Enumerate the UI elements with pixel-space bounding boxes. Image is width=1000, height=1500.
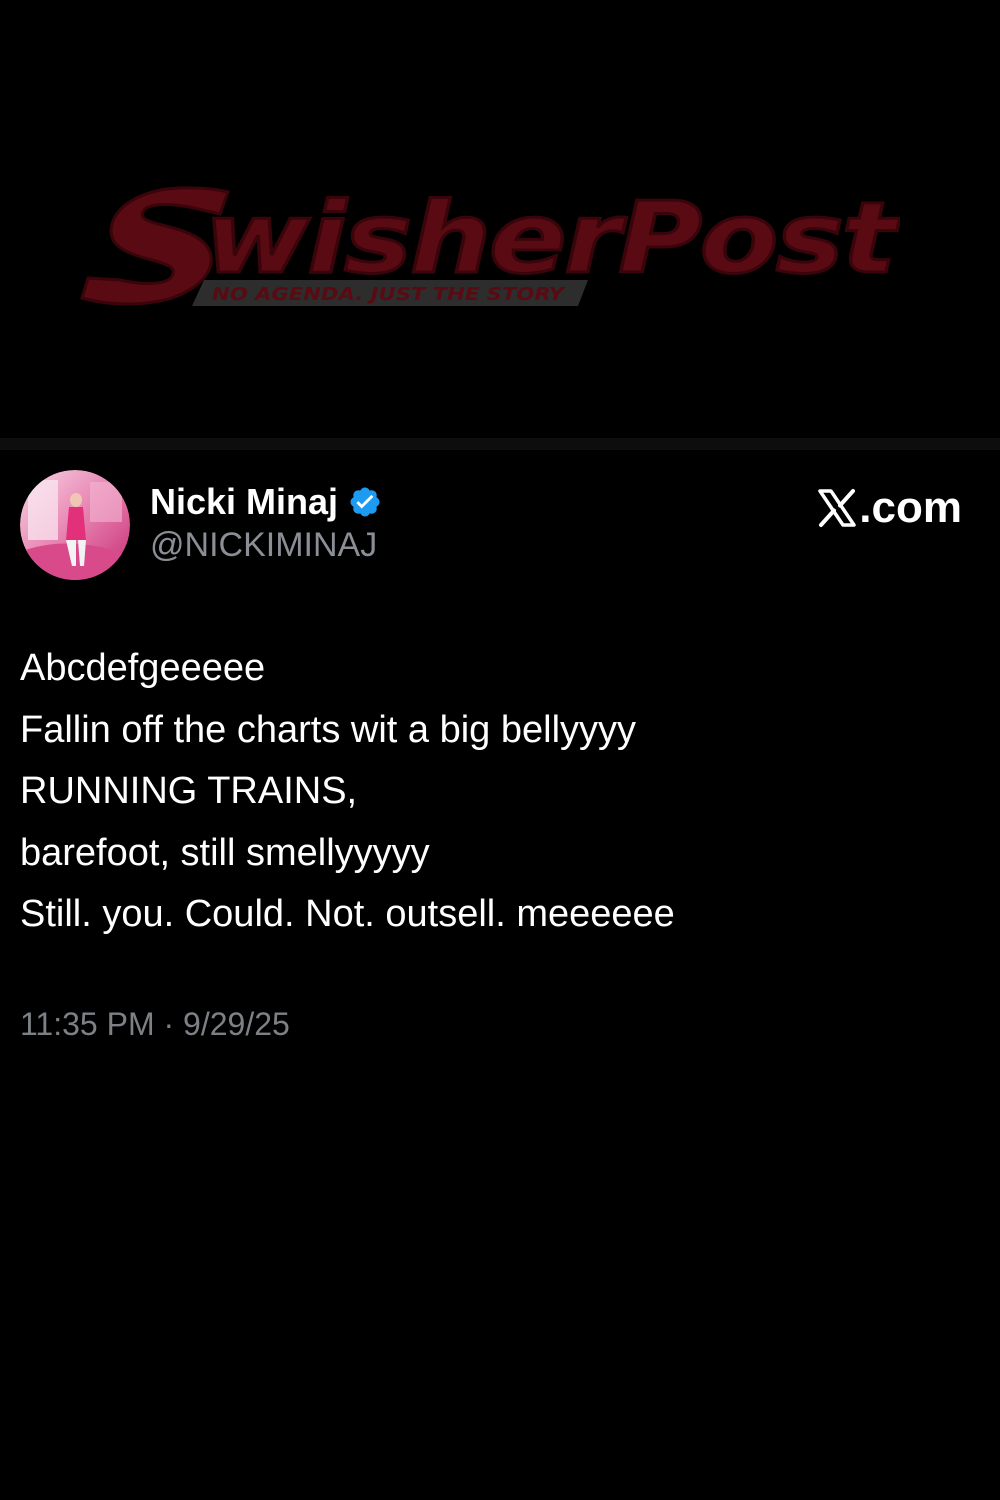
x-logo-icon — [817, 488, 857, 528]
swisherpost-logo: wisherPost NO AGENDA. JUST THE STORY — [80, 180, 900, 310]
watermark-tagline: NO AGENDA. JUST THE STORY — [212, 284, 566, 305]
tweet-line: RUNNING TRAINS, — [20, 770, 358, 812]
profile-avatar[interactable] — [20, 470, 130, 580]
author-display-name[interactable]: Nicki Minaj — [150, 481, 338, 523]
tweet-line: Abcdefgeeeee — [20, 647, 266, 689]
tweet-card: Nicki Minaj @NICKIMINAJ .com Abcdefgeeee… — [0, 450, 1000, 1500]
tweet-line: Still. you. Could. Not. outsell. meeeeee — [20, 893, 675, 935]
tweet-timestamp[interactable]: 11:35 PM · 9/29/25 — [20, 1006, 290, 1043]
site-domain-text: .com — [859, 483, 962, 532]
x-com-badge: .com — [817, 480, 962, 536]
tweet-line: Fallin off the charts wit a big bellyyyy — [20, 708, 637, 751]
tweet-line: barefoot, still smellyyyyy — [20, 831, 430, 874]
author-handle[interactable]: @NICKIMINAJ — [150, 526, 377, 565]
divider — [0, 438, 1000, 450]
watermark-area: wisherPost NO AGENDA. JUST THE STORY — [0, 0, 1000, 438]
svg-text:wisherPost: wisherPost — [204, 182, 900, 296]
verified-badge-icon — [348, 485, 382, 519]
tweet-text: Abcdefgeeeee Fallin off the charts wit a… — [20, 638, 960, 946]
author-name-row[interactable]: Nicki Minaj — [150, 480, 382, 524]
